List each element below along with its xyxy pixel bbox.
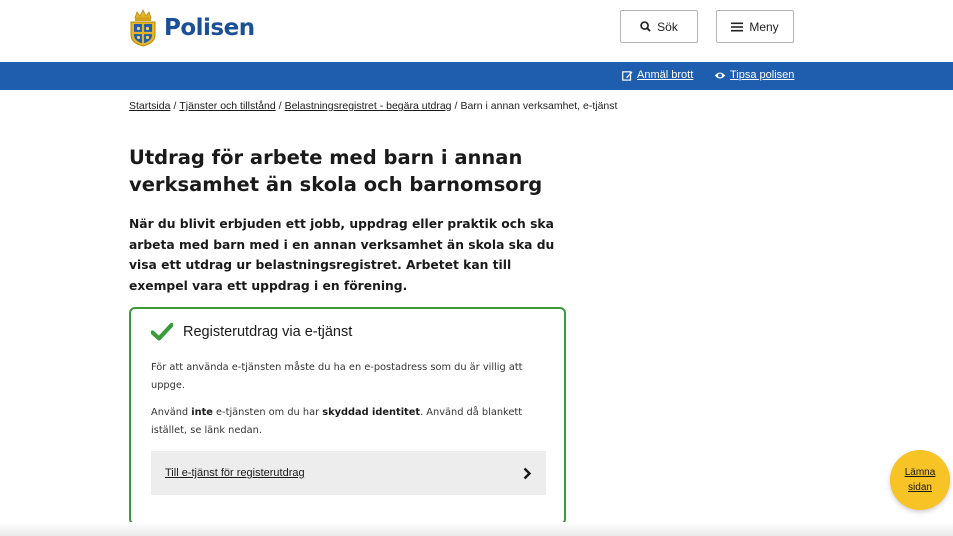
tip-police-link[interactable]: Tipsa polisen — [714, 69, 794, 81]
card-title: Registerutdrag via e-tjänst — [183, 324, 353, 340]
leave-site-label: Lämna sidan — [898, 465, 942, 495]
card-paragraph-email: För att använda e-tjänsten måste du ha e… — [151, 362, 523, 391]
police-seal-icon — [130, 9, 156, 47]
leave-site-button[interactable]: Lämna sidan — [890, 450, 950, 510]
e-service-link[interactable]: Till e-tjänst för registerutdrag — [151, 451, 546, 495]
hamburger-icon — [731, 22, 744, 31]
edit-icon — [622, 70, 633, 81]
page-title: Utdrag för arbete med barn i annan verks… — [129, 146, 543, 196]
search-button[interactable]: Sök — [620, 10, 698, 43]
eye-icon — [714, 72, 726, 78]
breadcrumb-separator: / — [173, 100, 177, 112]
checkmark-icon — [151, 323, 173, 341]
search-icon — [640, 21, 651, 32]
tip-police-label: Tipsa polisen — [730, 69, 795, 81]
chevron-right-icon — [523, 467, 532, 479]
emphasis-inte: inte — [191, 407, 213, 418]
page-lead: När du blivit erbjuden ett jobb, uppdrag… — [129, 217, 555, 293]
e-service-link-label: Till e-tjänst för registerutdrag — [165, 467, 305, 479]
leave-site-line2: sidan — [908, 482, 932, 493]
menu-button[interactable]: Meny — [716, 10, 794, 43]
breadcrumb-separator: / — [278, 100, 282, 112]
breadcrumb-link-services[interactable]: Tjänster och tillstånd — [179, 100, 275, 112]
report-crime-label: Anmäl brott — [637, 69, 694, 81]
page-bottom-shade — [0, 522, 953, 536]
site-header: Polisen Sök Meny — [0, 0, 953, 62]
search-button-label: Sök — [657, 19, 678, 34]
e-service-card: Registerutdrag via e-tjänst För att anvä… — [129, 307, 566, 525]
utility-bar: Anmäl brott Tipsa polisen — [0, 62, 953, 90]
card-paragraph-protected-identity: Använd inte e-tjänsten om du har skyddad… — [151, 404, 551, 439]
breadcrumb-current: Barn i annan verksamhet, e-tjänst — [460, 100, 618, 112]
menu-button-label: Meny — [749, 19, 779, 34]
breadcrumb-link-home[interactable]: Startsida — [129, 100, 170, 112]
emphasis-protected-identity: skyddad identitet — [322, 407, 421, 418]
breadcrumb-link-register[interactable]: Belastningsregistret - begära utdrag — [285, 100, 452, 112]
breadcrumb: Startsida / Tjänster och tillstånd / Belastn… — [129, 100, 617, 112]
text-segment: Använd — [151, 407, 192, 418]
breadcrumb-separator: / — [454, 100, 458, 112]
report-crime-link[interactable]: Anmäl brott — [622, 69, 693, 81]
card-header: Registerutdrag via e-tjänst — [151, 323, 352, 341]
polisen-logo[interactable]: Polisen — [128, 6, 255, 50]
leave-site-line1: Lämna — [904, 467, 936, 478]
text-segment: e-tjänsten om du har — [212, 407, 323, 418]
logo-text: Polisen — [164, 15, 255, 41]
